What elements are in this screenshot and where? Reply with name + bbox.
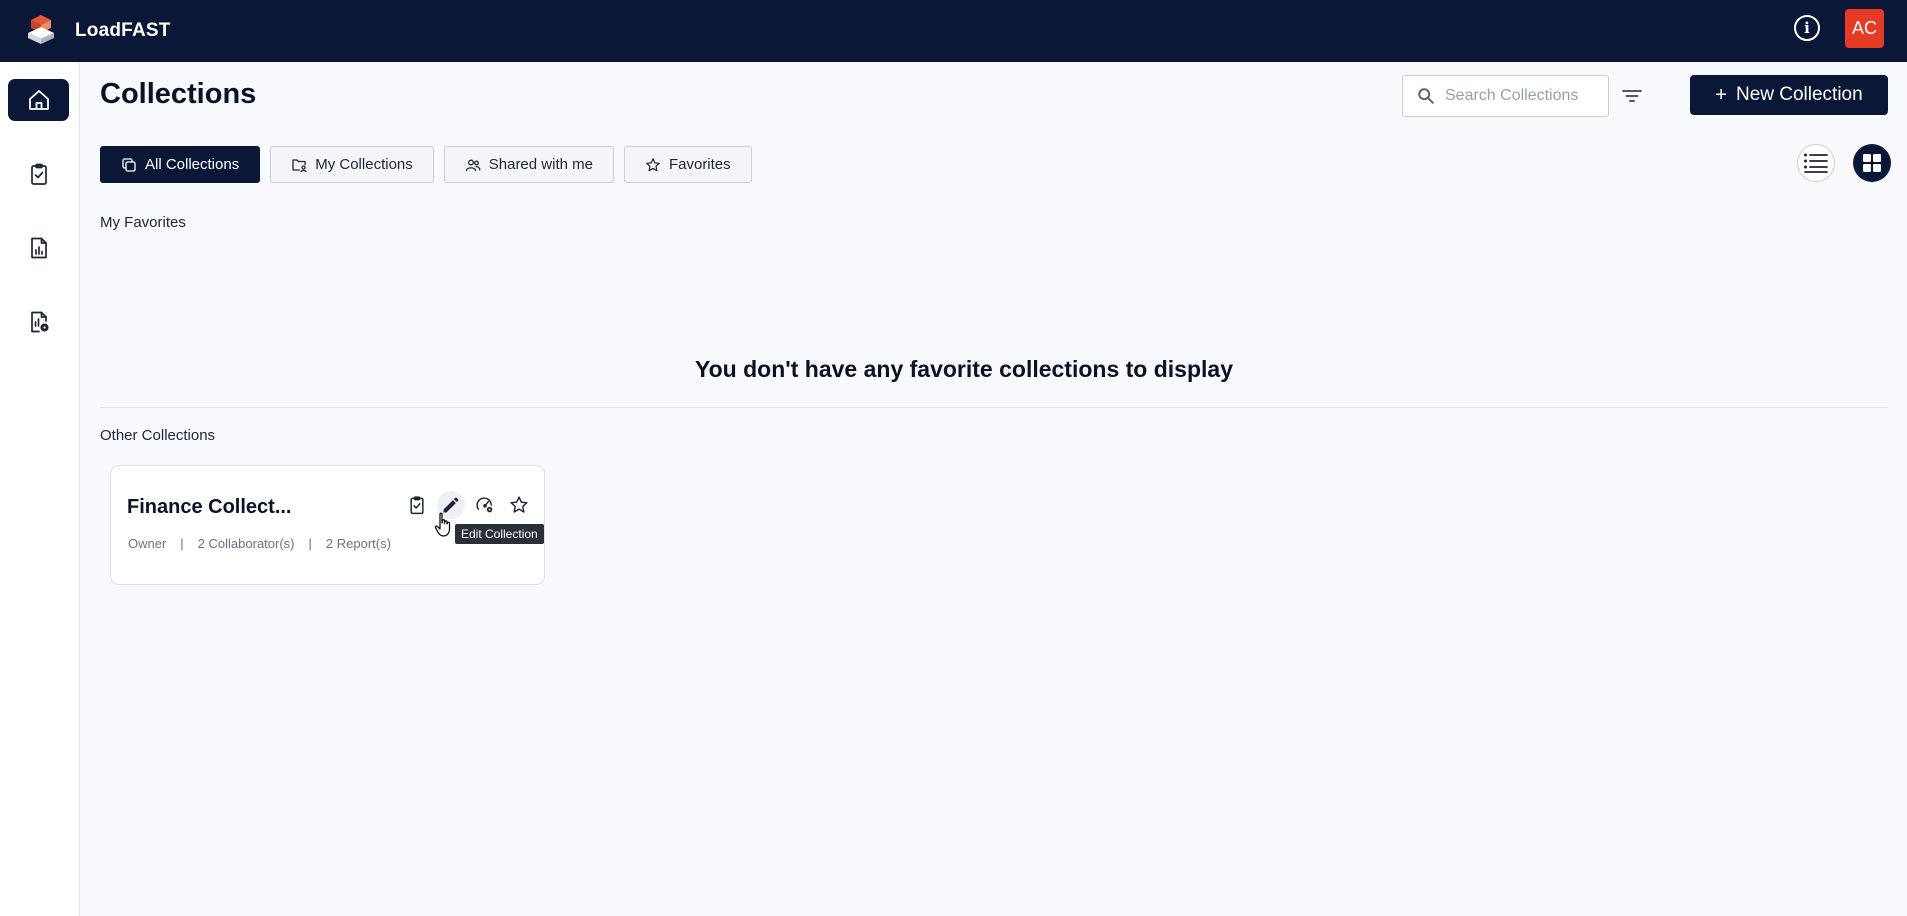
app-name: LoadFAST <box>75 20 171 41</box>
search-box[interactable] <box>1402 75 1609 117</box>
tab-label: Favorites <box>668 156 731 173</box>
info-icon[interactable]: i <box>1794 15 1820 41</box>
sidebar <box>0 62 80 916</box>
tab-all-collections[interactable]: All Collections <box>100 146 261 183</box>
search-icon <box>1418 88 1434 104</box>
gauge-settings-icon <box>476 497 493 513</box>
star-icon <box>510 496 528 513</box>
filter-icon[interactable] <box>1621 86 1643 106</box>
collection-collaborators: 2 Collaborator(s) <box>197 536 295 551</box>
section-divider <box>100 407 1888 408</box>
favorites-empty-message: You don't have any favorite collections … <box>695 356 1233 382</box>
sidebar-item-home[interactable] <box>8 79 69 121</box>
favorites-section-label: My Favorites <box>100 214 186 231</box>
top-navbar: LoadFAST i AC <box>0 0 1907 62</box>
loadfast-logo-icon <box>28 15 54 44</box>
other-collections-label: Other Collections <box>100 427 216 444</box>
folder-user-icon <box>292 158 307 172</box>
card-actions <box>403 491 533 519</box>
sidebar-item-report-settings[interactable] <box>8 301 69 343</box>
edit-collection-tooltip: Edit Collection <box>455 524 544 544</box>
assign-task-button[interactable] <box>403 491 431 519</box>
tab-label: My Collections <box>315 156 413 173</box>
collection-tabs: All Collections My Collections Shared wi… <box>100 146 752 183</box>
clipboard-check-icon <box>410 496 424 515</box>
user-avatar[interactable]: AC <box>1845 9 1884 48</box>
collection-meta: Owner | 2 Collaborator(s) | 2 Report(s) <box>128 536 391 551</box>
grid-icon <box>1863 154 1881 172</box>
clipboard-check-icon <box>30 163 47 185</box>
tab-my-collections[interactable]: My Collections <box>270 146 434 183</box>
users-icon <box>465 159 481 171</box>
home-icon <box>28 90 49 110</box>
dashboard-button[interactable] <box>471 491 499 519</box>
report-settings-icon <box>30 311 49 333</box>
tab-favorites[interactable]: Favorites <box>623 146 752 183</box>
meta-separator: | <box>308 536 312 551</box>
collection-reports: 2 Report(s) <box>325 536 391 551</box>
copy-icon <box>122 157 136 172</box>
tab-label: Shared with me <box>488 156 593 173</box>
sidebar-item-tasks[interactable] <box>8 153 69 195</box>
favorite-button[interactable] <box>505 491 533 519</box>
tab-label: All Collections <box>145 156 240 173</box>
sidebar-item-reports[interactable] <box>8 227 69 269</box>
report-chart-icon <box>30 237 47 259</box>
hand-pointer-icon <box>434 512 451 537</box>
list-view-toggle[interactable] <box>1797 144 1835 182</box>
search-input[interactable] <box>1445 87 1595 105</box>
new-collection-button[interactable]: + New Collection <box>1690 75 1888 115</box>
collection-role: Owner <box>128 536 167 551</box>
star-icon <box>646 157 660 171</box>
grid-view-toggle[interactable] <box>1853 144 1891 182</box>
collection-title: Finance Collect... <box>127 496 292 518</box>
page-title: Collections <box>100 78 257 110</box>
plus-icon: + <box>1715 83 1727 106</box>
new-collection-label: New Collection <box>1735 84 1863 105</box>
list-icon <box>1803 153 1828 173</box>
tab-shared-with-me[interactable]: Shared with me <box>443 146 614 183</box>
meta-separator: | <box>180 536 184 551</box>
